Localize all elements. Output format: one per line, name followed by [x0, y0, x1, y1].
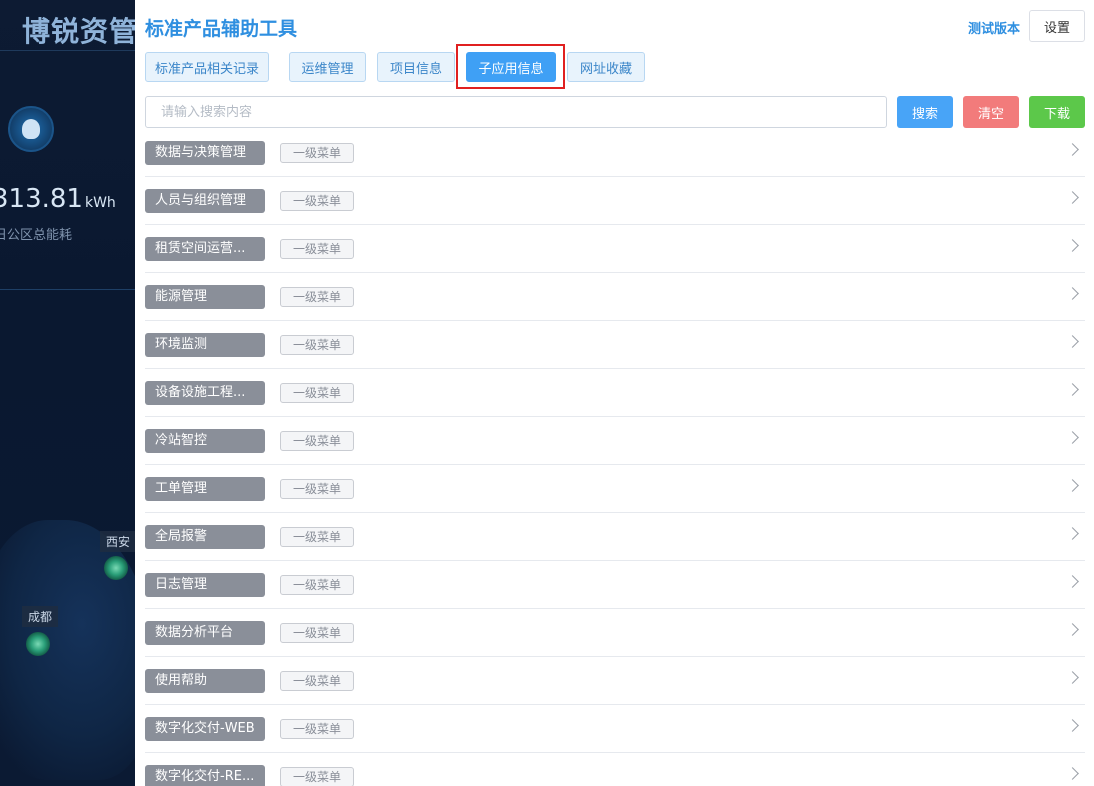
- item-level-tag: 一级菜单: [280, 335, 354, 355]
- dashboard-title: 博锐资管: [22, 15, 135, 48]
- item-level-tag: 一级菜单: [280, 527, 354, 547]
- item-name: 数字化交付-WEB: [145, 717, 265, 741]
- list-item[interactable]: 环境监测 一级菜单: [145, 321, 1085, 369]
- item-level-tag: 一级菜单: [280, 239, 354, 259]
- chevron-right-icon[interactable]: [1066, 527, 1079, 540]
- city-label-xian: 西安: [100, 531, 135, 552]
- list-item[interactable]: 日志管理 一级菜单: [145, 561, 1085, 609]
- item-level-tag: 一级菜单: [280, 767, 354, 786]
- search-button[interactable]: 搜索: [897, 96, 953, 128]
- bulb-icon: [8, 106, 54, 152]
- list-item[interactable]: 设备设施工程... 一级菜单: [145, 369, 1085, 417]
- item-level-tag: 一级菜单: [280, 287, 354, 307]
- item-level-tag: 一级菜单: [280, 383, 354, 403]
- item-name: 能源管理: [145, 285, 265, 309]
- list-item[interactable]: 数据与决策管理 一级菜单: [145, 129, 1085, 177]
- list-item[interactable]: 使用帮助 一级菜单: [145, 657, 1085, 705]
- search-input[interactable]: [145, 96, 887, 128]
- map-marker-icon: [104, 556, 128, 580]
- item-name: 数字化交付-RE...: [145, 765, 265, 786]
- item-level-tag: 一级菜单: [280, 431, 354, 451]
- background-dashboard: 博锐资管 313.81 kWh 日公区总能耗 西安 成都: [0, 0, 135, 786]
- energy-unit: kWh: [84, 195, 116, 211]
- panel-title: 标准产品辅助工具: [145, 19, 298, 40]
- chevron-right-icon[interactable]: [1066, 671, 1079, 684]
- item-name: 设备设施工程...: [145, 381, 265, 405]
- energy-metric: 313.81 kWh: [0, 184, 116, 214]
- divider: [0, 50, 135, 51]
- map-marker-icon: [26, 632, 50, 656]
- item-name: 数据与决策管理: [145, 141, 265, 165]
- item-level-tag: 一级菜单: [280, 143, 354, 163]
- item-level-tag: 一级菜单: [280, 719, 354, 739]
- tab-standard-records[interactable]: 标准产品相关记录: [145, 52, 269, 82]
- list-item[interactable]: 工单管理 一级菜单: [145, 465, 1085, 513]
- tab-ops-management[interactable]: 运维管理: [289, 52, 366, 82]
- item-level-tag: 一级菜单: [280, 671, 354, 691]
- item-name: 租赁空间运营...: [145, 237, 265, 261]
- chevron-right-icon[interactable]: [1066, 767, 1079, 780]
- chevron-right-icon[interactable]: [1066, 287, 1079, 300]
- tab-url-favorites[interactable]: 网址收藏: [567, 52, 645, 82]
- list-item[interactable]: 全局报警 一级菜单: [145, 513, 1085, 561]
- item-level-tag: 一级菜单: [280, 623, 354, 643]
- chevron-right-icon[interactable]: [1066, 383, 1079, 396]
- highlight-box: [456, 44, 565, 89]
- version-link[interactable]: 测试版本: [968, 18, 1020, 37]
- list-item[interactable]: 数字化交付-RE... 一级菜单: [145, 753, 1085, 786]
- item-level-tag: 一级菜单: [280, 479, 354, 499]
- chevron-right-icon[interactable]: [1066, 335, 1079, 348]
- item-level-tag: 一级菜单: [280, 191, 354, 211]
- subapp-list: 数据与决策管理 一级菜单 人员与组织管理 一级菜单 租赁空间运营... 一级菜单 能源…: [145, 129, 1085, 786]
- chevron-right-icon[interactable]: [1066, 479, 1079, 492]
- chevron-right-icon[interactable]: [1066, 719, 1079, 732]
- list-item[interactable]: 租赁空间运营... 一级菜单: [145, 225, 1085, 273]
- divider: [0, 289, 135, 290]
- item-name: 全局报警: [145, 525, 265, 549]
- list-item[interactable]: 数据分析平台 一级菜单: [145, 609, 1085, 657]
- chevron-right-icon[interactable]: [1066, 575, 1079, 588]
- item-name: 使用帮助: [145, 669, 265, 693]
- item-name: 数据分析平台: [145, 621, 265, 645]
- chevron-right-icon[interactable]: [1066, 623, 1079, 636]
- energy-value: 313.81: [0, 184, 83, 214]
- list-item[interactable]: 人员与组织管理 一级菜单: [145, 177, 1085, 225]
- list-item[interactable]: 冷站智控 一级菜单: [145, 417, 1085, 465]
- item-name: 冷站智控: [145, 429, 265, 453]
- clear-button[interactable]: 清空: [963, 96, 1019, 128]
- chevron-right-icon[interactable]: [1066, 191, 1079, 204]
- item-name: 人员与组织管理: [145, 189, 265, 213]
- list-item[interactable]: 能源管理 一级菜单: [145, 273, 1085, 321]
- item-name: 工单管理: [145, 477, 265, 501]
- city-label-chengdu: 成都: [22, 606, 59, 627]
- energy-label: 日公区总能耗: [0, 228, 73, 243]
- item-name: 日志管理: [145, 573, 265, 597]
- download-button[interactable]: 下载: [1029, 96, 1085, 128]
- chevron-right-icon[interactable]: [1066, 431, 1079, 444]
- item-name: 环境监测: [145, 333, 265, 357]
- chevron-right-icon[interactable]: [1066, 239, 1079, 252]
- list-item[interactable]: 数字化交付-WEB 一级菜单: [145, 705, 1085, 753]
- chevron-right-icon[interactable]: [1066, 143, 1079, 156]
- settings-button[interactable]: 设置: [1029, 10, 1085, 42]
- item-level-tag: 一级菜单: [280, 575, 354, 595]
- tool-panel: 标准产品辅助工具 测试版本 设置 标准产品相关记录 运维管理 项目信息 子应用信…: [135, 0, 1094, 786]
- tab-project-info[interactable]: 项目信息: [377, 52, 455, 82]
